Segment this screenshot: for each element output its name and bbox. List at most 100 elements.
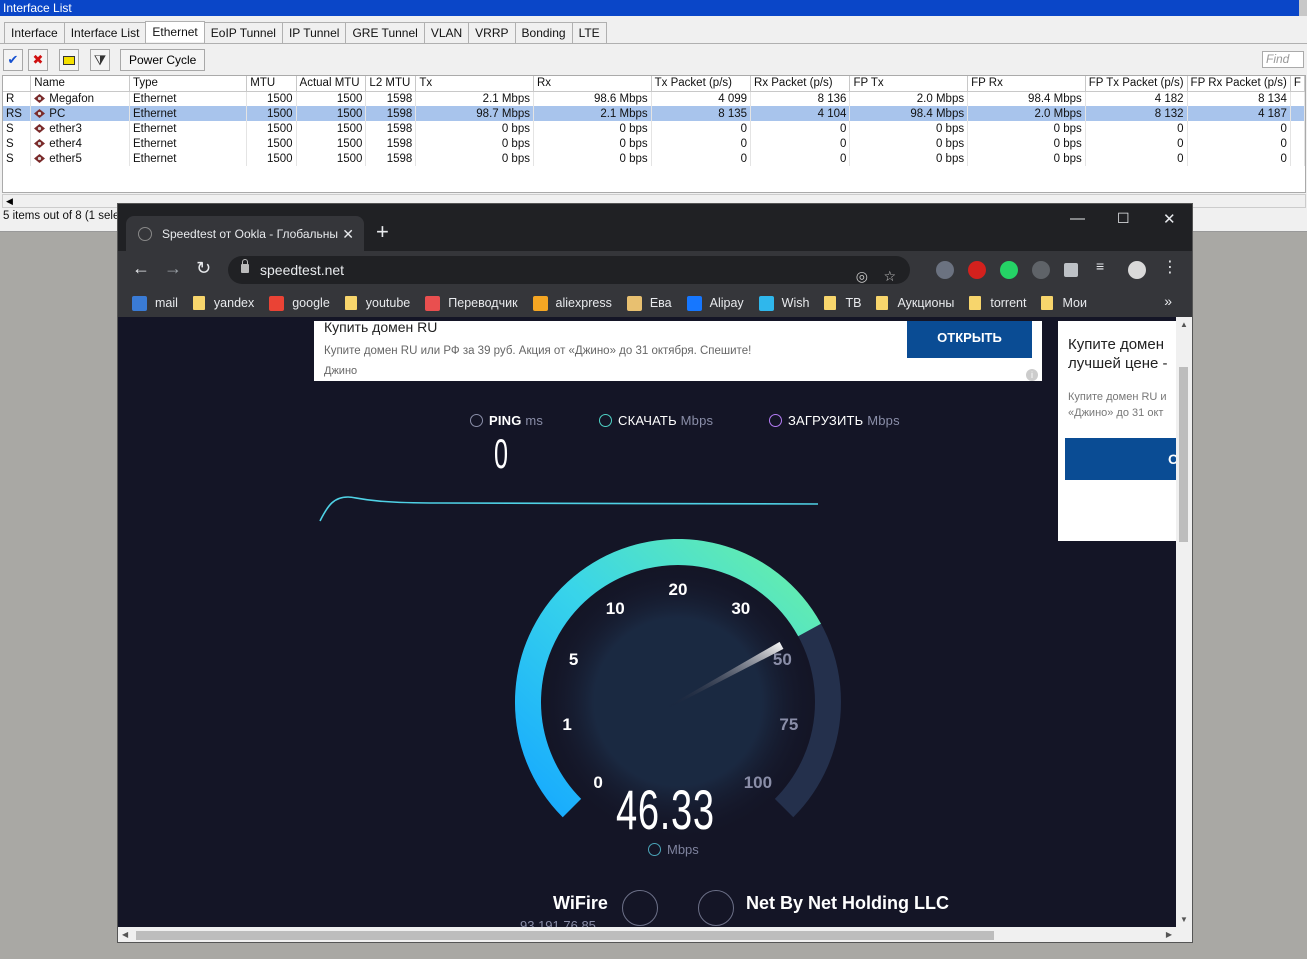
cell-l2: 1598	[365, 136, 417, 151]
find-input[interactable]: Find	[1262, 51, 1304, 68]
table-row[interactable]: R Megafon Ethernet 1500 1500 1598 2.1 Mbps 98.6…	[3, 91, 1305, 106]
tab-ip-tunnel[interactable]: IP Tunnel	[281, 22, 347, 44]
bookmark-аукционы[interactable]: Аукционы	[876, 296, 954, 310]
column-header[interactable]	[3, 76, 32, 92]
scroll-left-page-icon[interactable]: ◀	[122, 930, 128, 939]
tab-eoip-tunnel[interactable]: EoIP Tunnel	[203, 22, 283, 44]
minimize-icon[interactable]: —	[1070, 210, 1085, 227]
scroll-down-icon[interactable]: ▼	[1180, 915, 1188, 924]
bookmark-alipay[interactable]: Alipay	[686, 295, 744, 311]
column-header[interactable]: Rx	[533, 76, 652, 92]
bookmark-torrent[interactable]: torrent	[969, 296, 1026, 310]
ad-open-button[interactable]: ОТКРЫТЬ	[907, 321, 1032, 358]
user-icon[interactable]	[622, 890, 658, 926]
tab-gre-tunnel[interactable]: GRE Tunnel	[345, 22, 425, 44]
comment-button[interactable]	[59, 49, 79, 71]
vpn-globe-icon[interactable]	[936, 261, 954, 279]
table-row[interactable]: RS PC Ethernet 1500 1500 1598 98.7 Mbps 2.1 Mbp…	[3, 106, 1305, 121]
vertical-scroll-thumb[interactable]	[1179, 367, 1188, 542]
column-header[interactable]: Tx	[415, 76, 534, 92]
bookmark-переводчик[interactable]: Переводчик	[425, 295, 518, 311]
cloud-icon[interactable]	[1032, 261, 1050, 279]
cell-rxp: 8 136	[750, 91, 851, 106]
adblock-icon[interactable]	[968, 261, 986, 279]
tab-vlan[interactable]: VLAN	[423, 22, 470, 44]
scroll-right-page-icon[interactable]: ▶	[1166, 930, 1172, 939]
table-row[interactable]: Sether5 Ethernet 1500 1500 1598 0 bps 0 bps 0 0 0…	[3, 151, 1305, 166]
table-row[interactable]: Sether3 Ethernet 1500 1500 1598 0 bps 0 bps 0 0 0…	[3, 121, 1305, 136]
tab-bonding[interactable]: Bonding	[514, 22, 573, 44]
bookmark-star-icon[interactable]: ☆	[883, 262, 896, 290]
cell-rxp: 0	[750, 136, 851, 151]
lock-icon	[241, 259, 249, 273]
address-bar[interactable]: speedtest.net ◎ ☆	[228, 256, 910, 284]
tab-ethernet[interactable]: Ethernet	[145, 21, 205, 42]
window-title: Interface List	[0, 0, 1307, 16]
server-name[interactable]: Net By Net Holding LLC	[746, 893, 949, 914]
bookmark-aliexpress[interactable]: aliexpress	[532, 295, 612, 311]
maximize-icon[interactable]: ☐	[1117, 210, 1130, 227]
bookmark-google[interactable]: google	[269, 295, 330, 311]
globe-server-icon[interactable]	[698, 890, 734, 926]
column-header[interactable]: Type	[129, 76, 248, 92]
browser-menu-icon[interactable]: ⋮	[1162, 257, 1180, 276]
column-header[interactable]: F	[1290, 76, 1305, 92]
bookmark-youtube[interactable]: youtube	[344, 296, 410, 310]
forward-icon[interactable]: →	[164, 258, 182, 279]
cell-fprx: 2.0 Mbps	[967, 106, 1086, 121]
gauge-tick-label: 100	[744, 773, 772, 792]
bookmark-mail[interactable]: mail	[132, 295, 178, 311]
close-tab-icon[interactable]: ✕	[342, 216, 354, 252]
tab-interface[interactable]: Interface	[4, 22, 65, 44]
cell-rx: 98.6 Mbps	[533, 91, 652, 106]
cell-fptxp: 0	[1085, 121, 1188, 136]
column-header[interactable]: MTU	[246, 76, 297, 92]
filter-button[interactable]: ⧩	[90, 49, 110, 71]
column-header[interactable]: FP Tx	[849, 76, 969, 92]
bookmark-wish[interactable]: Wish	[758, 295, 809, 311]
bookmark-yandex[interactable]: yandex	[192, 296, 254, 310]
ad-info-icon[interactable]: i	[1026, 369, 1038, 381]
bookmark-мои[interactable]: Мои	[1041, 296, 1087, 310]
ad-side[interactable]: Купите домен лучшей цене - Купите домен R…	[1058, 321, 1176, 541]
tracking-blocked-icon[interactable]: ◎	[856, 262, 868, 290]
page-horizontal-scrollbar[interactable]: ◀ ▶	[118, 927, 1192, 942]
tab-vrrp[interactable]: VRRP	[468, 22, 516, 44]
column-header[interactable]: FP Rx Packet (p/s)	[1187, 76, 1291, 92]
cell-mtu: 1500	[246, 151, 297, 166]
page-vertical-scrollbar[interactable]: ▲ ▼	[1176, 317, 1192, 927]
disable-button[interactable]: ✖	[28, 49, 48, 71]
power-cycle-button[interactable]: Power Cycle	[120, 49, 206, 71]
bookmark-ева[interactable]: Ева	[626, 295, 672, 311]
bookmark-тв[interactable]: ТВ	[824, 296, 861, 310]
tab-lte[interactable]: LTE	[571, 22, 607, 44]
enable-button[interactable]: ✔	[3, 49, 23, 71]
cell-fptx: 0 bps	[849, 136, 969, 151]
new-tab-button[interactable]: +	[376, 218, 389, 246]
ad-side-button[interactable]: О	[1065, 438, 1176, 480]
browser-tab-speedtest[interactable]: Speedtest от Ookla - Глобальны ✕	[126, 216, 364, 252]
table-row[interactable]: Sether4 Ethernet 1500 1500 1598 0 bps 0 bps 0 0 0…	[3, 136, 1305, 151]
scroll-left-icon[interactable]: ◀	[6, 196, 13, 207]
more-bookmarks-icon[interactable]: »	[1164, 293, 1172, 309]
whatsapp-icon[interactable]	[1000, 261, 1018, 279]
media-queue-icon[interactable]: ≡	[1096, 258, 1114, 276]
close-window-icon[interactable]: ✕	[1163, 210, 1176, 228]
profile-avatar[interactable]	[1128, 261, 1146, 279]
column-header[interactable]: FP Tx Packet (p/s)	[1085, 76, 1188, 92]
reload-icon[interactable]: ↻	[196, 258, 211, 279]
back-icon[interactable]: ←	[132, 258, 150, 279]
column-header[interactable]: Tx Packet (p/s)	[651, 76, 752, 92]
speed-graph-line	[319, 496, 819, 522]
ad-banner[interactable]: Купить домен RU Купите домен RU или РФ з…	[314, 319, 1042, 381]
column-header[interactable]: FP Rx	[967, 76, 1086, 92]
tab-interface-list[interactable]: Interface List	[63, 22, 147, 44]
gauge-tick-label: 30	[731, 599, 750, 618]
column-header[interactable]: Name	[30, 76, 130, 92]
scroll-up-icon[interactable]: ▲	[1180, 320, 1188, 329]
extensions-puzzle-icon[interactable]	[1064, 263, 1078, 277]
horizontal-scroll-thumb[interactable]	[136, 931, 994, 940]
column-header[interactable]: L2 MTU	[365, 76, 417, 92]
column-header[interactable]: Rx Packet (p/s)	[750, 76, 851, 92]
column-header[interactable]: Actual MTU	[296, 76, 367, 92]
